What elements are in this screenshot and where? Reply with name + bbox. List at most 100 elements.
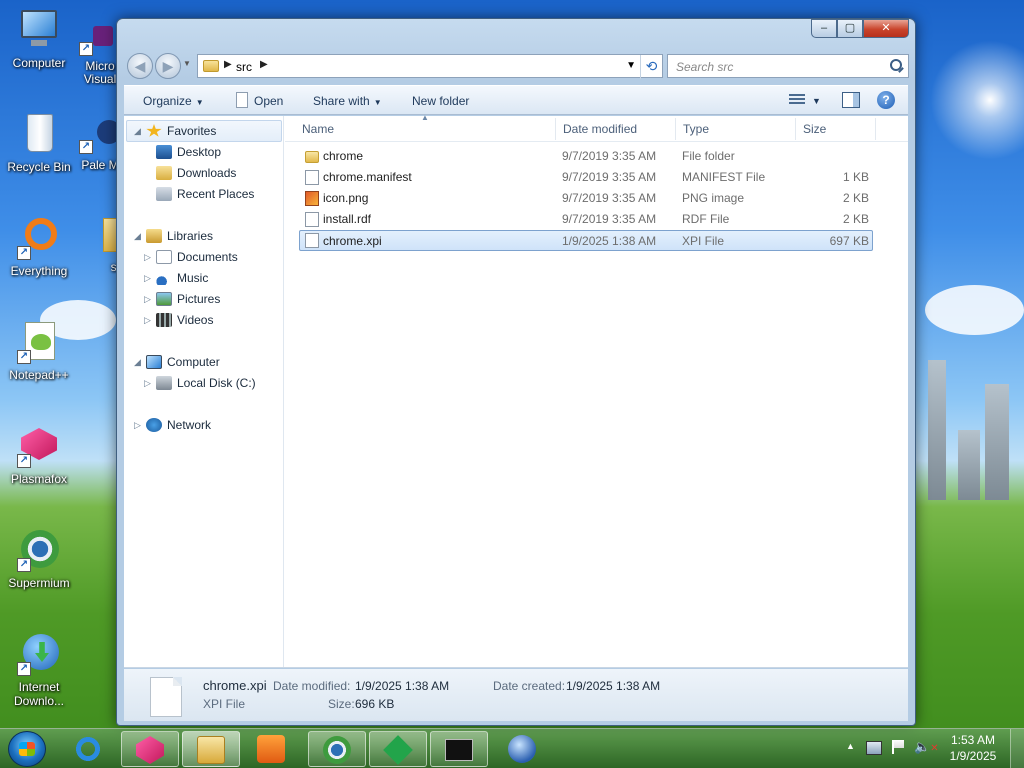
- expand-arrow-icon[interactable]: ▷: [134, 415, 141, 435]
- close-button[interactable]: ✕: [863, 19, 909, 38]
- internet-download-manager-icon: ↗: [17, 632, 61, 676]
- taskbar-windows-explorer[interactable]: [182, 731, 240, 767]
- column-header-date-modified[interactable]: Date modified: [563, 122, 637, 136]
- details-date-created: 1/9/2025 1:38 AM: [566, 679, 661, 693]
- nav-network[interactable]: ▷ Network: [134, 415, 211, 435]
- network-tray-icon[interactable]: [866, 741, 882, 755]
- breadcrumb-separator-icon[interactable]: ▶: [260, 59, 268, 70]
- nav-recent-places[interactable]: Recent Places: [156, 184, 254, 204]
- system-clock[interactable]: 1:53 AM 1/9/2025: [946, 732, 1000, 764]
- address-bar[interactable]: ▶ src ▶ ▼ ⟲: [197, 54, 663, 79]
- libraries-icon: [146, 229, 162, 243]
- file-row-install-rdf[interactable]: install.rdf 9/7/2019 3:35 AM RDF File 2 …: [299, 209, 873, 230]
- taskbar: ▲ 🔈✕ 1:53 AM 1/9/2025: [0, 728, 1024, 768]
- column-header-name[interactable]: Name: [302, 122, 334, 136]
- command-bar: Organize ▼ Open Share with ▼ New folder ▼ …: [124, 85, 908, 115]
- nav-local-disk[interactable]: ▷ Local Disk (C:): [144, 373, 256, 393]
- minimize-button[interactable]: –: [811, 19, 837, 38]
- file-type: RDF File: [682, 212, 730, 226]
- taskbar-f-app[interactable]: [369, 731, 427, 767]
- nav-downloads[interactable]: Downloads: [156, 163, 236, 183]
- taskbar-media-player[interactable]: [243, 731, 301, 767]
- column-header-size[interactable]: Size: [803, 122, 826, 136]
- nav-pictures[interactable]: ▷ Pictures: [144, 289, 220, 309]
- file-row-chrome-manifest[interactable]: chrome.manifest 9/7/2019 3:35 AM MANIFES…: [299, 167, 873, 188]
- show-desktop-button[interactable]: [1010, 729, 1024, 768]
- desktop-icon-computer[interactable]: Computer: [0, 8, 78, 70]
- column-header-type[interactable]: Type: [683, 122, 709, 136]
- preview-pane-icon[interactable]: [842, 92, 860, 108]
- column-divider[interactable]: [555, 118, 556, 140]
- help-icon[interactable]: ?: [877, 91, 895, 109]
- wallpaper-sun: [930, 40, 1024, 160]
- command-prompt-icon: [445, 739, 473, 761]
- volume-muted-icon[interactable]: 🔈✕: [914, 739, 939, 755]
- taskbar-command-prompt[interactable]: [430, 731, 488, 767]
- nav-music[interactable]: ▷ Music: [144, 268, 208, 288]
- new-folder-button[interactable]: New folder: [412, 94, 469, 108]
- change-view-icon[interactable]: [789, 94, 805, 106]
- expand-arrow-icon[interactable]: ▷: [144, 373, 151, 393]
- maximize-button[interactable]: ▢: [837, 19, 863, 38]
- nav-desktop[interactable]: Desktop: [156, 142, 221, 162]
- expand-arrow-icon[interactable]: ▷: [144, 268, 151, 288]
- content-area: ◢ Favorites Desktop Downloads Recent Pla…: [124, 113, 908, 668]
- share-with-button[interactable]: Share with ▼: [313, 94, 382, 108]
- desktop-icon-everything[interactable]: ↗ Everything: [0, 216, 78, 278]
- clock-date: 1/9/2025: [949, 749, 997, 763]
- flag-tray-icon[interactable]: [892, 740, 904, 754]
- wallpaper-cloud: [925, 285, 1024, 335]
- taskbar-internet-explorer[interactable]: [60, 731, 118, 767]
- recent-pages-dropdown[interactable]: ▼: [183, 59, 191, 68]
- back-button[interactable]: ◀: [127, 53, 153, 79]
- details-filetype: XPI File: [203, 697, 246, 711]
- column-divider[interactable]: [875, 118, 876, 140]
- details-size-label: Size:: [328, 697, 355, 711]
- collapse-arrow-icon[interactable]: ◢: [134, 352, 141, 372]
- collapse-arrow-icon[interactable]: ◢: [134, 121, 141, 141]
- breadcrumb-separator-icon[interactable]: ▶: [224, 59, 232, 70]
- refresh-button[interactable]: ⟲: [640, 55, 662, 79]
- breadcrumb-src[interactable]: src: [236, 60, 252, 74]
- document-icon: [305, 212, 319, 227]
- desktop-icon-notepadpp[interactable]: ↗ Notepad++: [0, 320, 78, 382]
- search-icon[interactable]: [890, 59, 902, 71]
- explorer-window: – ▢ ✕ ◀ ▶ ▼ ▶ src ▶ ▼ ⟲ Search src Organ…: [116, 18, 916, 726]
- show-hidden-icons-button[interactable]: ▲: [846, 741, 855, 751]
- expand-arrow-icon[interactable]: ▷: [144, 310, 151, 330]
- wallpaper-building: [985, 384, 1009, 500]
- folder-icon: [305, 151, 319, 163]
- organize-button[interactable]: Organize ▼: [143, 94, 204, 108]
- file-type: MANIFEST File: [682, 170, 766, 184]
- file-row-chrome-xpi[interactable]: chrome.xpi 1/9/2025 1:38 AM XPI File 697…: [299, 230, 873, 251]
- expand-arrow-icon[interactable]: ▷: [144, 289, 151, 309]
- nav-favorites[interactable]: ◢ Favorites: [134, 121, 216, 141]
- desktop-icon-internet-download-manager[interactable]: ↗ Internet Downlo...: [0, 632, 78, 708]
- view-options-dropdown[interactable]: ▼: [812, 96, 821, 106]
- collapse-arrow-icon[interactable]: ◢: [134, 226, 141, 246]
- column-divider[interactable]: [675, 118, 676, 140]
- recycle-bin-icon: [17, 112, 61, 156]
- plasmafox-icon: ↗: [17, 424, 61, 468]
- file-row-chrome[interactable]: chrome 9/7/2019 3:35 AM File folder: [299, 146, 873, 167]
- column-divider[interactable]: [795, 118, 796, 140]
- search-box[interactable]: Search src: [667, 54, 909, 78]
- nav-documents[interactable]: ▷ Documents: [144, 247, 238, 267]
- file-row-icon-png[interactable]: icon.png 9/7/2019 3:35 AM PNG image 2 KB: [299, 188, 873, 209]
- file-name: icon.png: [323, 191, 369, 205]
- desktop-icon-recycle-bin[interactable]: Recycle Bin: [0, 112, 78, 174]
- expand-arrow-icon[interactable]: ▷: [144, 247, 151, 267]
- desktop-icon-plasmafox[interactable]: ↗ Plasmafox: [0, 424, 78, 486]
- desktop-icon-supermium[interactable]: ↗ Supermium: [0, 528, 78, 590]
- forward-button[interactable]: ▶: [155, 53, 181, 79]
- nav-libraries[interactable]: ◢ Libraries: [134, 226, 213, 246]
- shortcut-arrow-icon: ↗: [79, 42, 93, 56]
- taskbar-supermium[interactable]: [308, 731, 366, 767]
- open-button[interactable]: Open: [254, 94, 283, 108]
- taskbar-globe[interactable]: [494, 731, 552, 767]
- nav-computer[interactable]: ◢ Computer: [134, 352, 220, 372]
- address-dropdown-icon[interactable]: ▼: [626, 60, 636, 71]
- start-button[interactable]: [8, 731, 46, 767]
- nav-videos[interactable]: ▷ Videos: [144, 310, 213, 330]
- taskbar-plasmafox[interactable]: [121, 731, 179, 767]
